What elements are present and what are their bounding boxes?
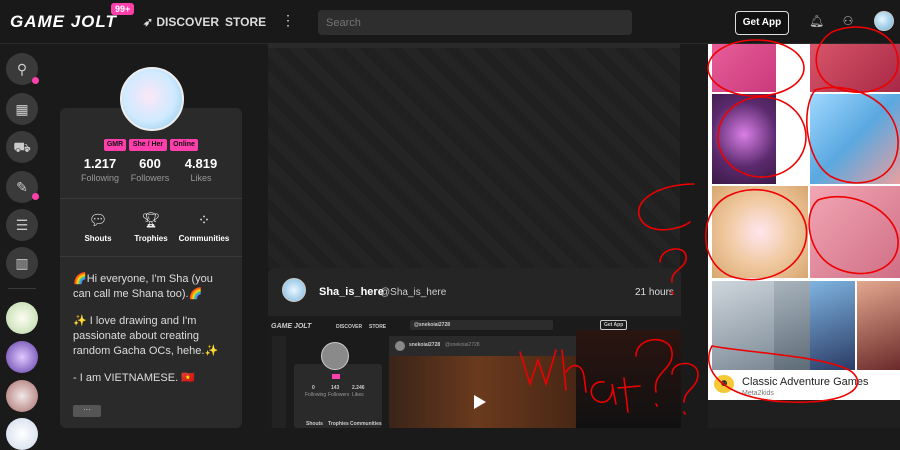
likes-count[interactable]: 4.819 — [176, 156, 226, 171]
library-icon[interactable]: ▥ — [6, 247, 38, 279]
bell-icon[interactable]: 🔔︎ — [809, 14, 824, 28]
embed-stat-likes: 2.246 — [352, 385, 365, 391]
embed-store: STORE — [369, 324, 387, 330]
community-avatar-1[interactable] — [6, 302, 38, 334]
game-title[interactable]: Classic Adventure Games — [742, 376, 869, 388]
followers-label: Followers — [130, 173, 170, 183]
discover-label: DISCOVER — [156, 15, 220, 29]
embed-profile-avatar — [321, 342, 349, 370]
game-thumb-2[interactable] — [810, 44, 900, 92]
embed-label-likes: Likes — [352, 392, 364, 398]
top-bar: GAME JOLT 99+ ➶ DISCOVER STORE ⋮ Get App… — [0, 0, 900, 44]
game-thumb-1[interactable] — [712, 44, 776, 92]
community-avatar-2[interactable] — [6, 341, 38, 373]
post-card: Sha_is_here @Sha_is_here 21 hours GAME J… — [268, 268, 681, 428]
tag-pronouns: She / Her — [129, 139, 167, 151]
game-icon: ☻ — [714, 375, 734, 393]
notification-count-badge: 99+ — [111, 3, 135, 15]
nav-store-link[interactable]: STORE — [225, 15, 266, 29]
game-footer — [708, 400, 900, 428]
game-thumb-5[interactable] — [712, 186, 808, 278]
embed-sidebar — [272, 336, 286, 428]
bio-line-2: ✨ I love drawing and I'm passionate abou… — [73, 315, 219, 357]
embed-communities: Communities — [350, 421, 382, 427]
embed-video-handle: @snekoiai2728 — [445, 342, 480, 348]
embed-trophies: Trophies — [328, 421, 349, 427]
activity-notification-dot — [32, 77, 39, 84]
embed-video-avatar — [395, 341, 405, 351]
embed-label-followers: Followers — [328, 392, 350, 398]
communities-link[interactable]: Communities — [176, 234, 232, 243]
backpack-icon[interactable]: ⛟ — [6, 131, 38, 163]
nav-discover-link[interactable]: ➶ DISCOVER — [143, 15, 219, 29]
friends-icon[interactable]: ⚇ — [841, 14, 855, 28]
embed-discover: DISCOVER — [336, 324, 363, 330]
embed-stat-followers: 143 — [331, 385, 340, 391]
play-icon[interactable] — [474, 395, 486, 409]
feed-background — [268, 48, 680, 268]
tag-gmr: GMR — [104, 139, 126, 151]
profile-avatar[interactable] — [120, 67, 184, 131]
following-label: Following — [80, 173, 120, 183]
embed-search: @snekoiai2728 — [410, 320, 553, 330]
game-thumb-4[interactable] — [810, 94, 900, 184]
embed-get-app: Get App — [600, 320, 628, 330]
game-jolt-logo[interactable]: GAME JOLT — [10, 12, 117, 32]
embed-video-user: snekoiai2728 — [409, 342, 441, 348]
followers-count[interactable]: 600 — [125, 156, 175, 171]
rocket-icon: ➶ — [143, 15, 157, 29]
embed-logo: GAME JOLT — [271, 323, 312, 330]
game-developer: Meta2kids — [742, 390, 774, 397]
community-avatar-4[interactable] — [6, 418, 38, 450]
store-icon[interactable]: ▦ — [6, 93, 38, 125]
quests-notification-dot — [32, 193, 39, 200]
search-input[interactable] — [318, 10, 632, 35]
game-thumb-3[interactable] — [712, 94, 776, 184]
get-app-button[interactable]: Get App — [735, 11, 789, 35]
bio-line-3: - I am VIETNAMESE. 🇻🇳 — [73, 372, 195, 384]
embed-stat-following: 0 — [312, 385, 315, 391]
user-avatar[interactable] — [874, 11, 894, 31]
card-divider-top — [60, 198, 242, 199]
tag-online: Online — [170, 139, 198, 151]
shouts-icon[interactable]: 💬︎ — [87, 211, 109, 231]
card-divider-bottom — [60, 256, 242, 257]
embed-tag — [332, 374, 340, 379]
post-handle[interactable]: @Sha_is_here — [380, 287, 446, 298]
embed-side-thumbnail — [576, 330, 681, 428]
post-username[interactable]: Sha_is_here — [319, 286, 384, 298]
post-time: 21 hours — [635, 287, 674, 298]
embed-label-following: Following — [305, 392, 327, 398]
game-thumb-9[interactable] — [810, 281, 855, 370]
trophy-icon[interactable]: 🏆︎ — [140, 211, 162, 231]
likes-label: Likes — [190, 173, 212, 183]
bio-more-button[interactable]: ··· — [73, 405, 101, 417]
chat-icon[interactable]: ☰ — [6, 209, 38, 241]
post-author-avatar[interactable] — [282, 278, 306, 302]
communities-icon[interactable]: ⁘ — [193, 211, 215, 231]
game-thumb-10[interactable] — [857, 281, 900, 370]
game-thumb-7[interactable] — [712, 281, 776, 370]
embed-shouts: Shouts — [306, 421, 323, 427]
embed-search-text: @snekoiai2728 — [414, 322, 451, 328]
shouts-link[interactable]: Shouts — [70, 234, 126, 243]
more-menu-icon[interactable]: ⋮ — [281, 12, 295, 29]
community-avatar-3[interactable] — [6, 380, 38, 412]
post-embedded-screenshot[interactable]: GAME JOLT DISCOVER STORE @snekoiai2728 G… — [268, 316, 681, 428]
trophies-link[interactable]: Trophies — [123, 234, 179, 243]
game-thumb-6[interactable] — [810, 186, 900, 278]
bio-line-1: 🌈Hi everyone, I'm Sha (you can call me S… — [73, 273, 213, 300]
following-count[interactable]: 1.217 — [75, 156, 125, 171]
sidebar-divider — [8, 288, 36, 289]
